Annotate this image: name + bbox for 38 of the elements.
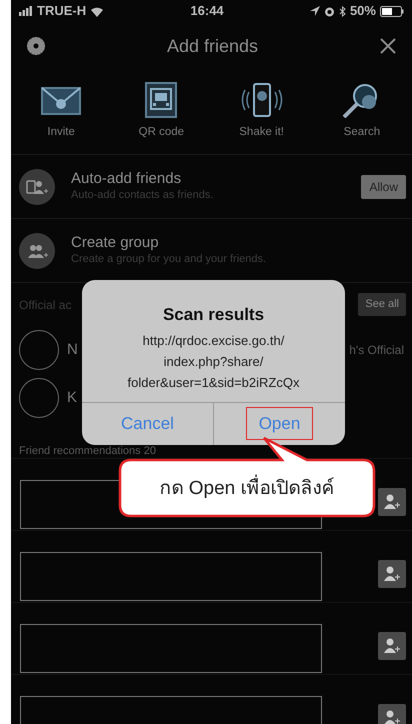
status-time: 16:44 xyxy=(190,2,224,20)
feature-title[interactable]: Auto-add friends xyxy=(71,170,346,187)
dialog-title: Scan results xyxy=(162,304,264,326)
close-icon[interactable] xyxy=(380,38,396,54)
action-label[interactable]: QR code xyxy=(138,124,184,142)
battery-icon xyxy=(380,6,404,16)
add-person-icon xyxy=(384,565,400,581)
account-name[interactable]: K xyxy=(67,386,78,410)
location-icon xyxy=(310,6,320,16)
screen-title: Add friends xyxy=(166,34,258,58)
feature-title[interactable]: Create group xyxy=(71,234,406,251)
add-person-icon xyxy=(384,637,400,653)
dialog-message: http://qrdoc.excise.go.th/ index.php?share/ folder&user=1&sid=b2iRZcQx xyxy=(128,332,300,392)
battery-percent: 50% xyxy=(350,2,376,20)
section-heading: Friend recommendations 20 xyxy=(19,445,156,457)
signal-icon xyxy=(19,6,33,16)
add-person-icon xyxy=(384,709,400,724)
add-person-icon xyxy=(384,493,400,509)
carrier-name: TRUE-H xyxy=(37,2,86,20)
account-name[interactable]: h's Official xyxy=(349,341,404,359)
shaking-phone-icon[interactable] xyxy=(240,82,284,118)
action-label[interactable]: Shake it! xyxy=(239,124,284,142)
wifi-icon xyxy=(90,6,104,16)
action-label[interactable]: Invite xyxy=(47,124,75,142)
cancel-button[interactable]: Cancel xyxy=(82,403,213,445)
add-friend-button[interactable] xyxy=(378,488,406,516)
add-friend-button[interactable] xyxy=(378,560,406,588)
action-label[interactable]: Search xyxy=(344,124,380,142)
avatar-circle xyxy=(19,378,59,418)
account-name[interactable]: N xyxy=(67,338,78,362)
bluetooth-icon xyxy=(338,6,346,16)
settings-icon[interactable] xyxy=(27,37,45,55)
avatar-circle xyxy=(19,330,59,370)
add-friend-button[interactable] xyxy=(378,704,406,724)
add-friend-button[interactable] xyxy=(378,632,406,660)
allow-button[interactable]: Allow xyxy=(361,174,406,198)
alarm-icon xyxy=(324,6,335,16)
see-all-button[interactable]: See all xyxy=(358,293,406,316)
